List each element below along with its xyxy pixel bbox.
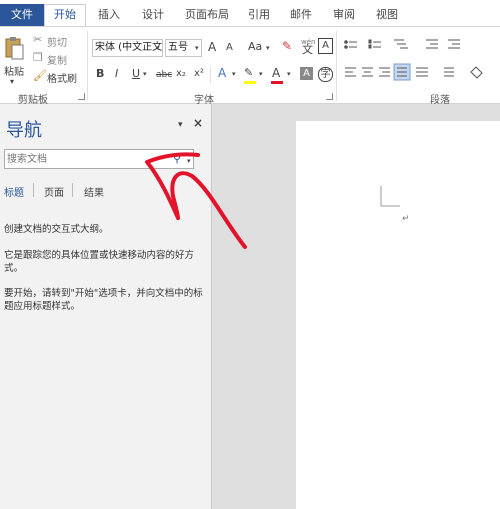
annotation-arrow [145,152,247,249]
